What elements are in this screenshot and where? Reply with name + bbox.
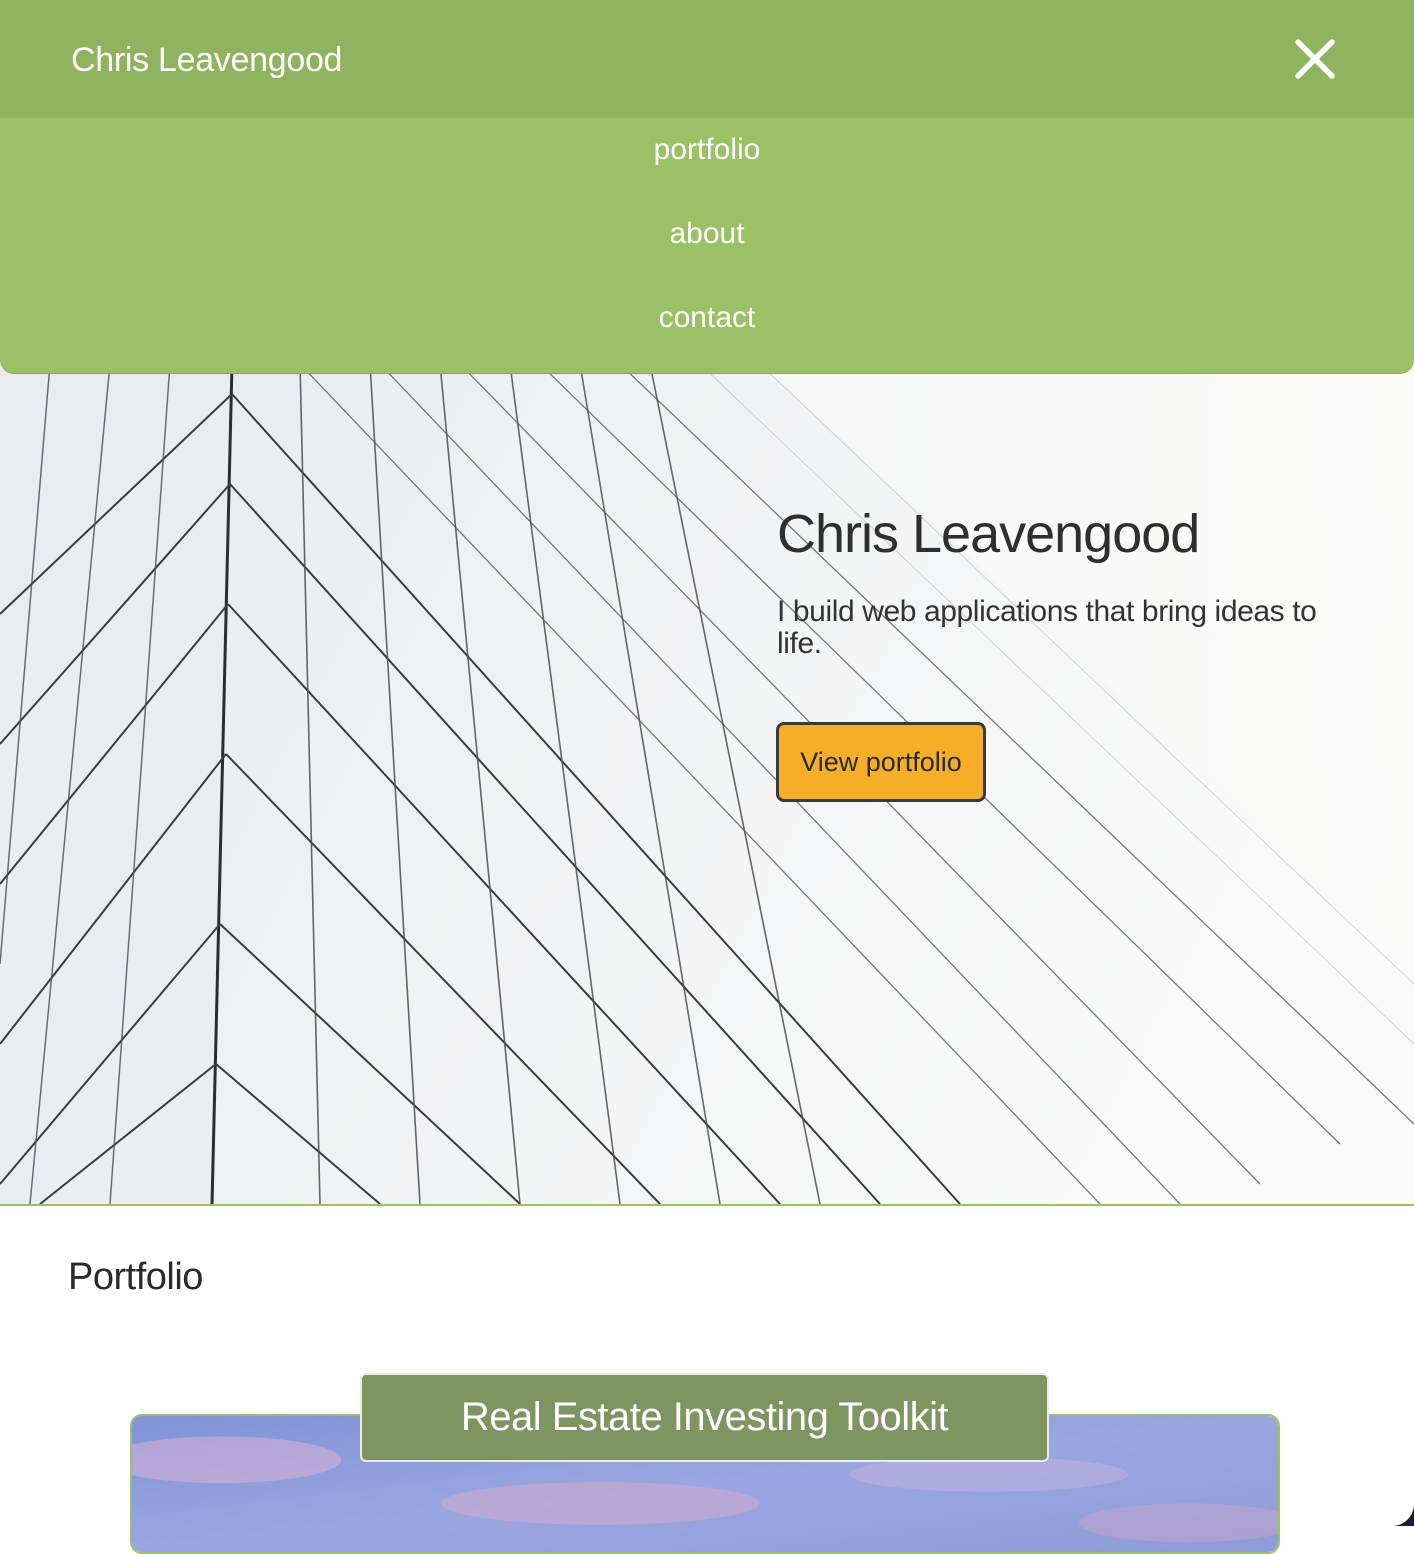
nav-link-portfolio[interactable]: portfolio [0, 130, 1414, 214]
hero-tagline: I build web applications that bring idea… [777, 595, 1317, 660]
mobile-nav-menu: Chris Leavengood portfolio about contact [0, 0, 1414, 374]
hero-section: Chris Leavengood I build web application… [0, 364, 1414, 1206]
hero-title: Chris Leavengood [777, 504, 1200, 564]
project-title[interactable]: Real Estate Investing Toolkit [360, 1373, 1049, 1462]
nav-header-bar: Chris Leavengood [0, 0, 1414, 118]
portfolio-heading: Portfolio [68, 1256, 203, 1298]
nav-links: portfolio about contact [0, 130, 1414, 382]
brand-link[interactable]: Chris Leavengood [71, 38, 342, 82]
nav-link-contact[interactable]: contact [0, 298, 1414, 382]
view-portfolio-button[interactable]: View portfolio [776, 722, 986, 802]
hero-background-image [0, 364, 1414, 1204]
close-menu-button[interactable] [1290, 34, 1340, 84]
nav-link-about[interactable]: about [0, 214, 1414, 298]
close-icon [1295, 39, 1335, 79]
